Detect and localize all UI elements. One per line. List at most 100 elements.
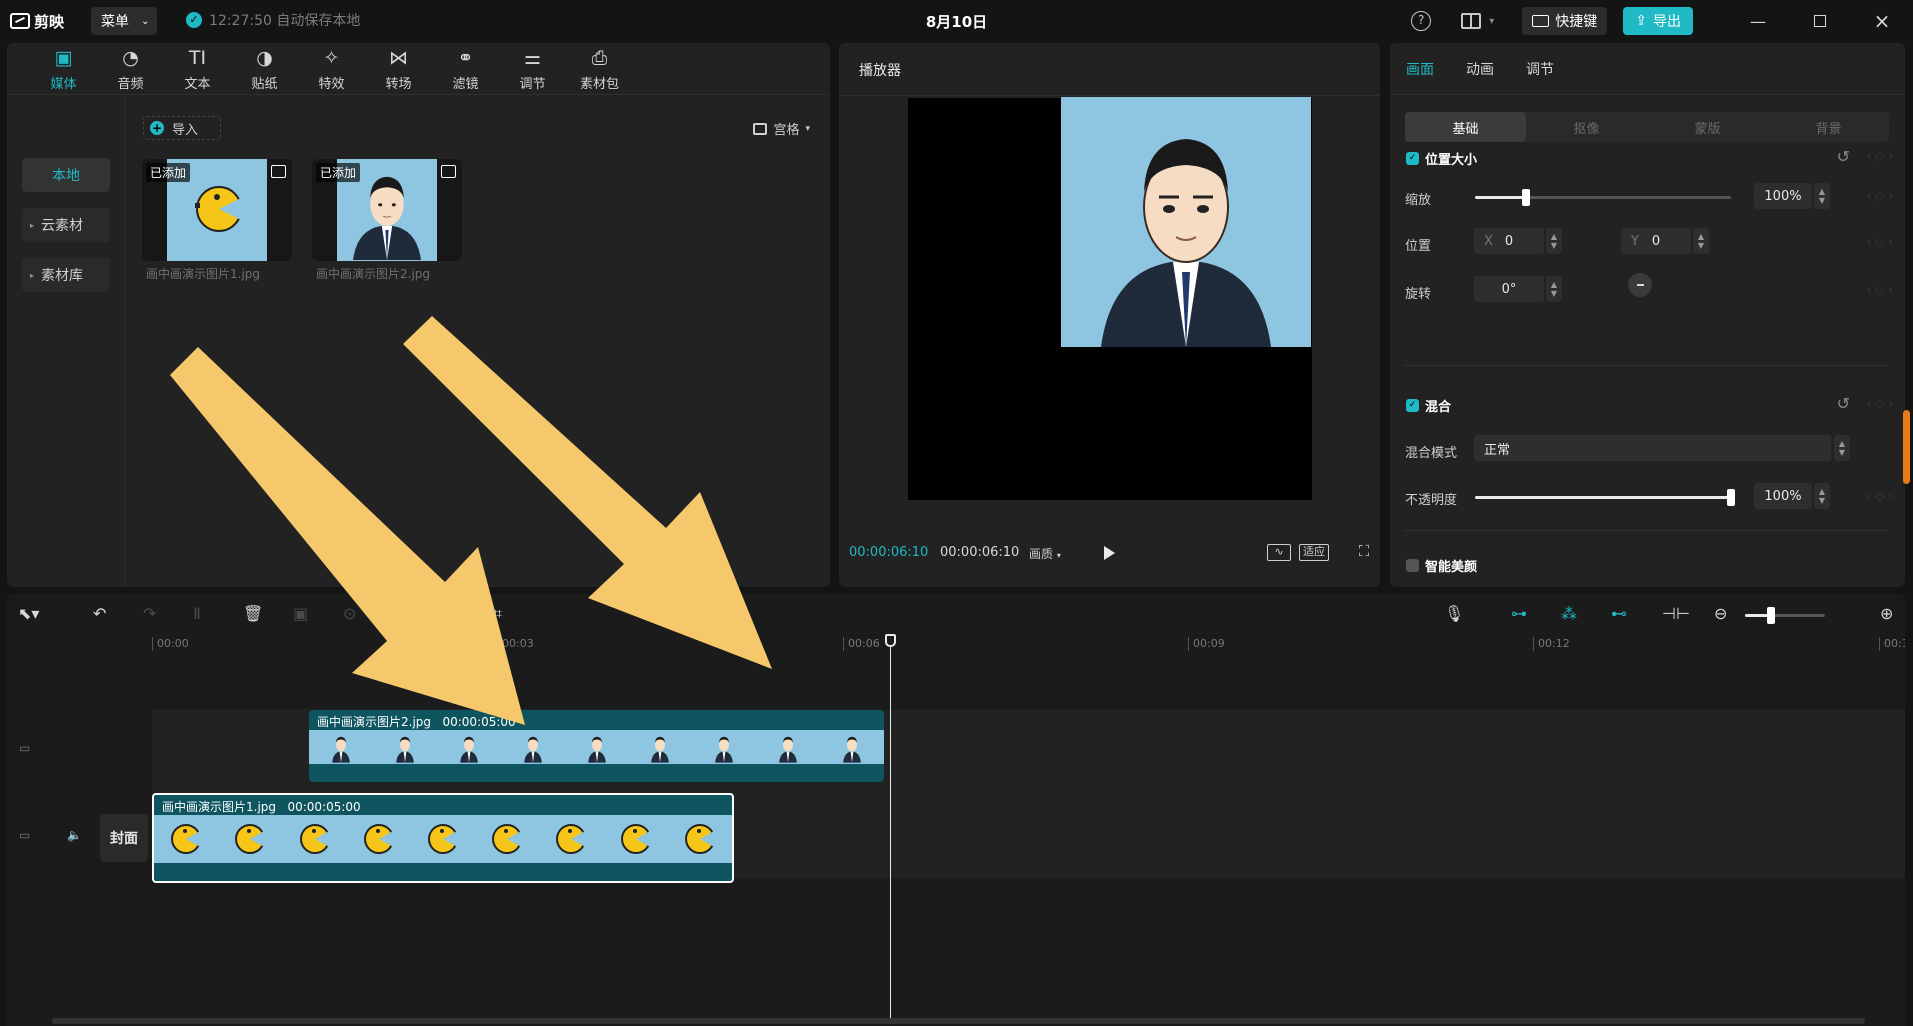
checkbox-unchecked-icon[interactable]	[1406, 559, 1419, 572]
play-icon[interactable]	[1104, 546, 1115, 560]
subtab-mask[interactable]: 蒙版	[1647, 112, 1768, 142]
timeline-scrollbar[interactable]	[52, 1018, 1865, 1024]
close-button[interactable]: ×	[1851, 0, 1913, 42]
subtab-basic[interactable]: 基础	[1405, 112, 1526, 142]
select-cursor-icon[interactable]: ⬉▾	[18, 605, 39, 623]
scale-stepper[interactable]: ▲ ▼	[1814, 183, 1830, 209]
timeline-clip-overlay[interactable]: 画中画演示图片2.jpg 00:00:05:00	[309, 710, 884, 782]
auto-snap-icon[interactable]: ⁂	[1561, 605, 1577, 623]
view-mode-dropdown[interactable]: 宫格 ▾	[753, 119, 810, 138]
sidebar-item-cloud[interactable]: ▸ 云素材	[22, 208, 110, 242]
media-item-2[interactable]: 已添加	[312, 159, 462, 261]
layout-switch-button[interactable]: ▾	[1461, 13, 1494, 29]
freeze-icon[interactable]: ▣	[293, 605, 308, 623]
minimize-button[interactable]: —	[1727, 0, 1789, 42]
main-track-magnet-icon[interactable]: ⊶	[1511, 605, 1527, 623]
crop-icon[interactable]: ⌗	[493, 605, 502, 623]
tab-text[interactable]: TI 文本	[164, 43, 231, 95]
zoom-slider[interactable]	[1745, 607, 1825, 624]
redo-icon[interactable]: ↷	[143, 605, 156, 623]
tab-animation[interactable]: 动画	[1466, 59, 1494, 79]
undo-icon[interactable]: ↶	[93, 605, 106, 623]
mirror-icon[interactable]: ⧋	[393, 605, 407, 623]
import-button[interactable]: + 导入	[143, 116, 221, 140]
position-y-input[interactable]: Y 0	[1621, 228, 1691, 254]
pacman-icon	[235, 824, 267, 854]
export-button[interactable]: ⇪ 导出	[1623, 7, 1693, 35]
position-x-stepper[interactable]: ▲ ▼	[1546, 228, 1562, 254]
checkbox-checked-icon[interactable]: ✓	[1406, 152, 1419, 165]
blend-mode-stepper[interactable]: ▲ ▼	[1834, 435, 1850, 461]
checkbox-checked-icon[interactable]: ✓	[1406, 399, 1419, 412]
properties-scrollbar[interactable]	[1903, 410, 1910, 484]
x-prefix: X	[1484, 233, 1493, 249]
scale-slider[interactable]	[1475, 189, 1731, 206]
sidebar-item-library[interactable]: ▸ 素材库	[22, 258, 110, 292]
shortcut-button[interactable]: 快捷键	[1522, 7, 1608, 35]
y-value: 0	[1651, 233, 1661, 249]
slider-handle[interactable]	[1767, 607, 1775, 624]
scale-value-input[interactable]: 100%	[1754, 183, 1812, 209]
preview-axis-icon[interactable]: ⊣⊢	[1662, 605, 1690, 623]
position-x-input[interactable]: X 0	[1474, 228, 1544, 254]
maximize-button[interactable]	[1789, 0, 1851, 42]
blend-mode-select[interactable]: 正常	[1474, 435, 1831, 461]
blend-section[interactable]: ✓ 混合	[1406, 396, 1451, 415]
cover-button[interactable]: 封面	[100, 814, 148, 862]
tab-label: 转场	[385, 76, 412, 92]
timeline-clip-main[interactable]: 画中画演示图片1.jpg 00:00:05:00	[152, 793, 734, 883]
chevron-down-icon: ▾	[1056, 551, 1061, 560]
tab-sticker[interactable]: ◑ 贴纸	[231, 43, 298, 95]
tab-pack[interactable]: ⎙ 素材包	[566, 43, 633, 95]
added-badge: 已添加	[146, 163, 191, 182]
playhead[interactable]	[885, 634, 896, 1024]
sidebar-item-local[interactable]: 本地	[22, 158, 110, 192]
rotate-icon[interactable]: ⟳	[443, 605, 456, 623]
zoom-out-icon[interactable]: ⊖	[1714, 605, 1727, 623]
tab-filter[interactable]: ⚭ 滤镜	[432, 43, 499, 95]
slider-handle[interactable]	[1727, 489, 1735, 506]
microphone-icon[interactable]: 🎙	[1444, 605, 1464, 623]
tab-adjust[interactable]: 调节	[1526, 59, 1554, 79]
opacity-value-input[interactable]: 100%	[1754, 483, 1812, 509]
subtab-background[interactable]: 背景	[1768, 112, 1889, 142]
time-ruler[interactable]: 00:00 00:03 00:06 00:09 00:12 00:15	[7, 634, 1905, 654]
split-icon[interactable]: Ⅱ	[193, 605, 201, 623]
tab-effect[interactable]: ✧ 特效	[298, 43, 365, 95]
rotate-input[interactable]: 0°	[1474, 276, 1544, 302]
fit-ratio-button[interactable]: 适应	[1299, 544, 1329, 561]
mute-icon[interactable]: 🔈	[67, 828, 82, 842]
fullscreen-icon[interactable]: ⛶	[1356, 544, 1372, 561]
reset-icon[interactable]: ↺	[1837, 394, 1850, 413]
waveform-icon[interactable]: ∿	[1267, 544, 1291, 561]
tab-audio[interactable]: ◔ 音频	[97, 43, 164, 95]
tab-adjust[interactable]: ⚌ 调节	[499, 43, 566, 95]
rotate-dial[interactable]	[1628, 273, 1652, 297]
slider-handle[interactable]	[1522, 189, 1531, 206]
menu-button[interactable]: 菜单 ⌄	[91, 7, 157, 35]
delete-icon[interactable]: 🗑	[243, 605, 263, 623]
avatar-icon	[587, 736, 606, 763]
tab-transition[interactable]: ⋈ 转场	[365, 43, 432, 95]
reset-icon[interactable]: ↺	[1837, 147, 1850, 166]
tab-canvas[interactable]: 画面	[1406, 59, 1434, 79]
media-item-1[interactable]: 已添加	[142, 159, 292, 261]
rotate-stepper[interactable]: ▲ ▼	[1546, 276, 1562, 302]
reverse-icon[interactable]: ⊙	[343, 605, 356, 623]
media-item-name: 画中画演示图片1.jpg	[146, 267, 261, 281]
position-size-section[interactable]: ✓ 位置大小	[1406, 149, 1477, 168]
opacity-stepper[interactable]: ▲ ▼	[1814, 483, 1830, 509]
zoom-in-icon[interactable]: ⊕	[1880, 605, 1893, 623]
preview-overlay-image[interactable]	[1061, 97, 1311, 347]
quality-dropdown[interactable]: 画质 ▾	[1029, 545, 1061, 562]
smart-beauty-section[interactable]: 智能美颜	[1406, 556, 1477, 575]
help-icon[interactable]: ?	[1411, 11, 1432, 31]
minimize-icon: —	[1750, 11, 1766, 31]
linkage-icon[interactable]: ⊷	[1611, 605, 1627, 623]
upload-icon: ⇪	[1635, 13, 1647, 29]
position-y-stepper[interactable]: ▲ ▼	[1693, 228, 1709, 254]
opacity-slider[interactable]	[1475, 489, 1735, 506]
tab-media[interactable]: ▣ 媒体	[30, 43, 97, 95]
playhead-handle[interactable]	[885, 634, 896, 647]
subtab-cutout[interactable]: 抠像	[1526, 112, 1647, 142]
